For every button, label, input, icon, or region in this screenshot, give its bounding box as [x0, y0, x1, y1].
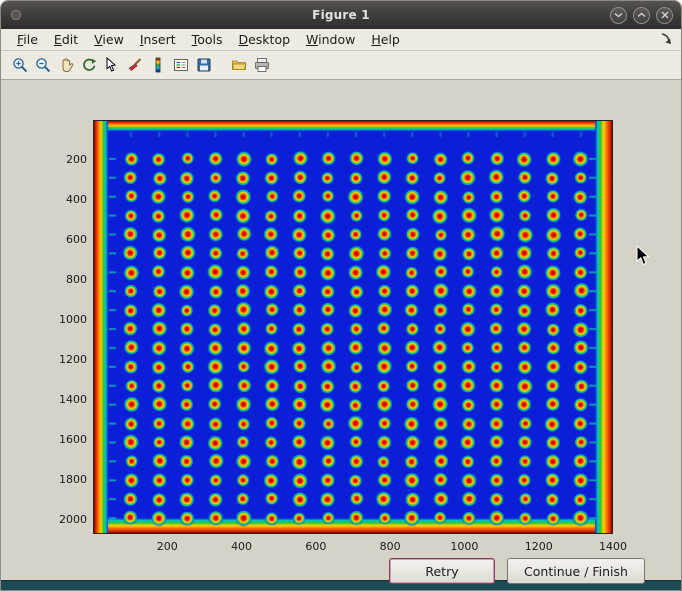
y-tick-label: 400 [45, 193, 87, 206]
y-tick-label: 1000 [45, 313, 87, 326]
x-tick-label: 600 [298, 540, 334, 553]
y-tick-label: 1600 [45, 433, 87, 446]
y-tick-label: 200 [45, 153, 87, 166]
y-tick-label: 2000 [45, 513, 87, 526]
x-tick-label: 1200 [521, 540, 557, 553]
pan-icon[interactable] [55, 54, 77, 76]
y-tick-label: 1200 [45, 353, 87, 366]
menubar: FileEditViewInsertToolsDesktopWindowHelp [1, 29, 681, 51]
print-icon[interactable] [251, 54, 273, 76]
figure-canvas-area: Retry Continue / Finish 2004006008001000… [1, 80, 681, 580]
minimize-button[interactable] [610, 7, 627, 24]
menu-item-view[interactable]: View [86, 30, 132, 49]
y-tick-label: 600 [45, 233, 87, 246]
x-tick-label: 200 [149, 540, 185, 553]
retry-button[interactable]: Retry [389, 558, 495, 584]
y-tick-label: 1800 [45, 473, 87, 486]
zoom-out-icon[interactable] [32, 54, 54, 76]
maximize-button[interactable] [633, 7, 650, 24]
y-tick-label: 800 [45, 273, 87, 286]
legend-icon[interactable] [170, 54, 192, 76]
save-icon[interactable] [193, 54, 215, 76]
heatmap-axes-image[interactable] [93, 120, 613, 534]
colorbar-icon[interactable] [147, 54, 169, 76]
y-tick-label: 1400 [45, 393, 87, 406]
close-button[interactable] [656, 7, 673, 24]
x-tick-label: 1000 [446, 540, 482, 553]
menu-item-file[interactable]: File [9, 30, 46, 49]
mouse-cursor-icon [636, 245, 651, 270]
window-title: Figure 1 [1, 8, 681, 22]
zoom-in-icon[interactable] [9, 54, 31, 76]
data-cursor-icon[interactable] [101, 54, 123, 76]
menu-item-window[interactable]: Window [298, 30, 363, 49]
menu-item-help[interactable]: Help [363, 30, 408, 49]
continue-button[interactable]: Continue / Finish [507, 558, 645, 584]
menu-item-insert[interactable]: Insert [132, 30, 184, 49]
menu-item-edit[interactable]: Edit [46, 30, 86, 49]
x-tick-label: 400 [224, 540, 260, 553]
window-controls [610, 7, 673, 24]
figure-toolbar [1, 51, 681, 80]
dock-figure-icon[interactable] [659, 32, 673, 49]
menu-item-tools[interactable]: Tools [184, 30, 231, 49]
titlebar[interactable]: Figure 1 [1, 1, 681, 29]
x-tick-label: 1400 [595, 540, 631, 553]
open-icon[interactable] [228, 54, 250, 76]
x-tick-label: 800 [372, 540, 408, 553]
figure-window: Figure 1 FileEditViewInsertToolsDesktopW… [0, 0, 682, 591]
menu-item-desktop[interactable]: Desktop [230, 30, 298, 49]
rotate-3d-icon[interactable] [78, 54, 100, 76]
brush-icon[interactable] [124, 54, 146, 76]
